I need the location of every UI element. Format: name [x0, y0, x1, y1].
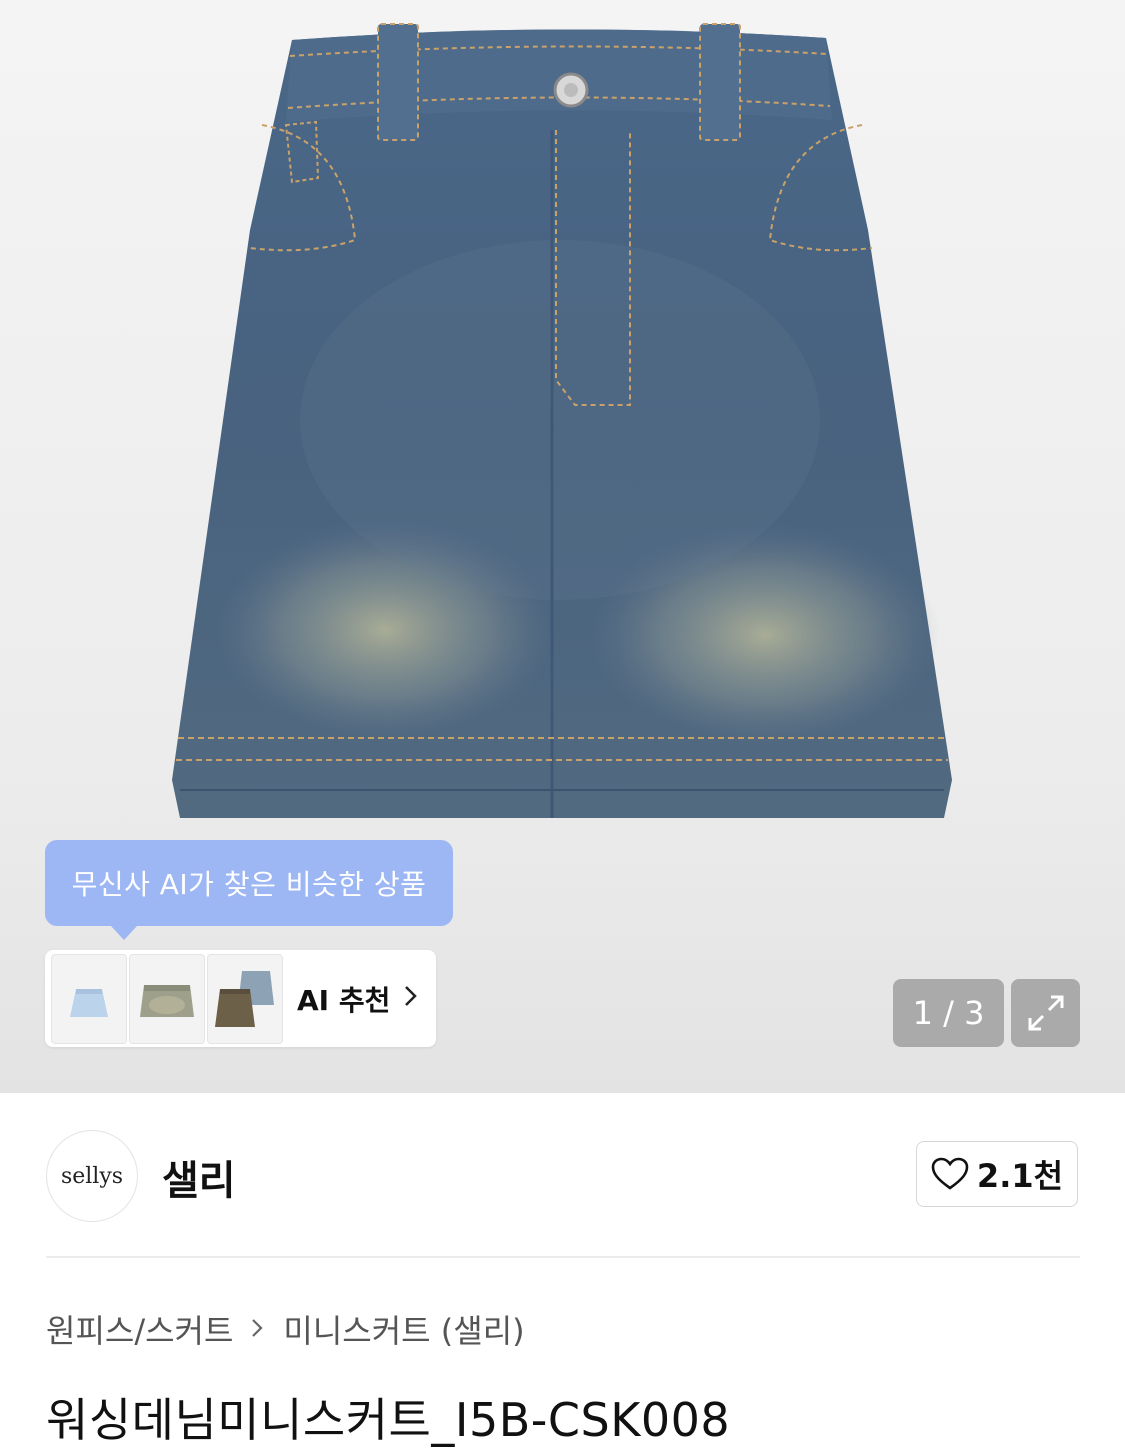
- brand-logo-text: sellys: [60, 1163, 124, 1189]
- ai-thumbnail-1[interactable]: [51, 954, 127, 1044]
- heart-icon: [931, 1157, 969, 1190]
- ai-recommend-card[interactable]: AI 추천: [45, 950, 436, 1047]
- section-divider: [46, 1256, 1080, 1258]
- tooltip-tail: [111, 926, 137, 940]
- product-image-area[interactable]: 무신사 AI가 찾은 비슷한 상품 AI 추천 1 / 3: [0, 0, 1125, 1093]
- like-button[interactable]: 2.1천: [916, 1141, 1078, 1207]
- like-count: 2.1천: [976, 1157, 1064, 1195]
- ai-similar-products-tooltip: 무신사 AI가 찾은 비슷한 상품: [45, 840, 453, 940]
- breadcrumb: 원피스/스커트 미니스커트 (샐리): [46, 1306, 525, 1352]
- breadcrumb-category[interactable]: 원피스/스커트: [46, 1306, 233, 1352]
- chevron-right-icon: [404, 982, 418, 1015]
- brand-name[interactable]: 샐리: [162, 1148, 236, 1206]
- ai-thumbnail-3[interactable]: [207, 954, 283, 1044]
- fullscreen-button[interactable]: [1011, 979, 1080, 1047]
- ai-recommend-link[interactable]: AI 추천: [297, 950, 427, 1047]
- ai-recommend-label: AI 추천: [297, 983, 391, 1017]
- expand-icon: [1028, 995, 1063, 1031]
- breadcrumb-subcategory[interactable]: 미니스커트 (샐리): [283, 1306, 524, 1352]
- ai-bubble-text: 무신사 AI가 찾은 비슷한 상품: [71, 868, 427, 901]
- product-image: [172, 23, 952, 818]
- product-detail-page: 무신사 AI가 찾은 비슷한 상품 AI 추천 1 / 3 sellys 샐리 …: [0, 0, 1125, 1451]
- ai-thumbnail-2[interactable]: [129, 954, 205, 1044]
- brand-logo[interactable]: sellys: [46, 1130, 138, 1222]
- product-title: 워싱데님미니스커트_I5B-CSK008: [46, 1393, 731, 1447]
- chevron-right-icon: [251, 1310, 265, 1348]
- image-counter: 1 / 3: [893, 979, 1004, 1047]
